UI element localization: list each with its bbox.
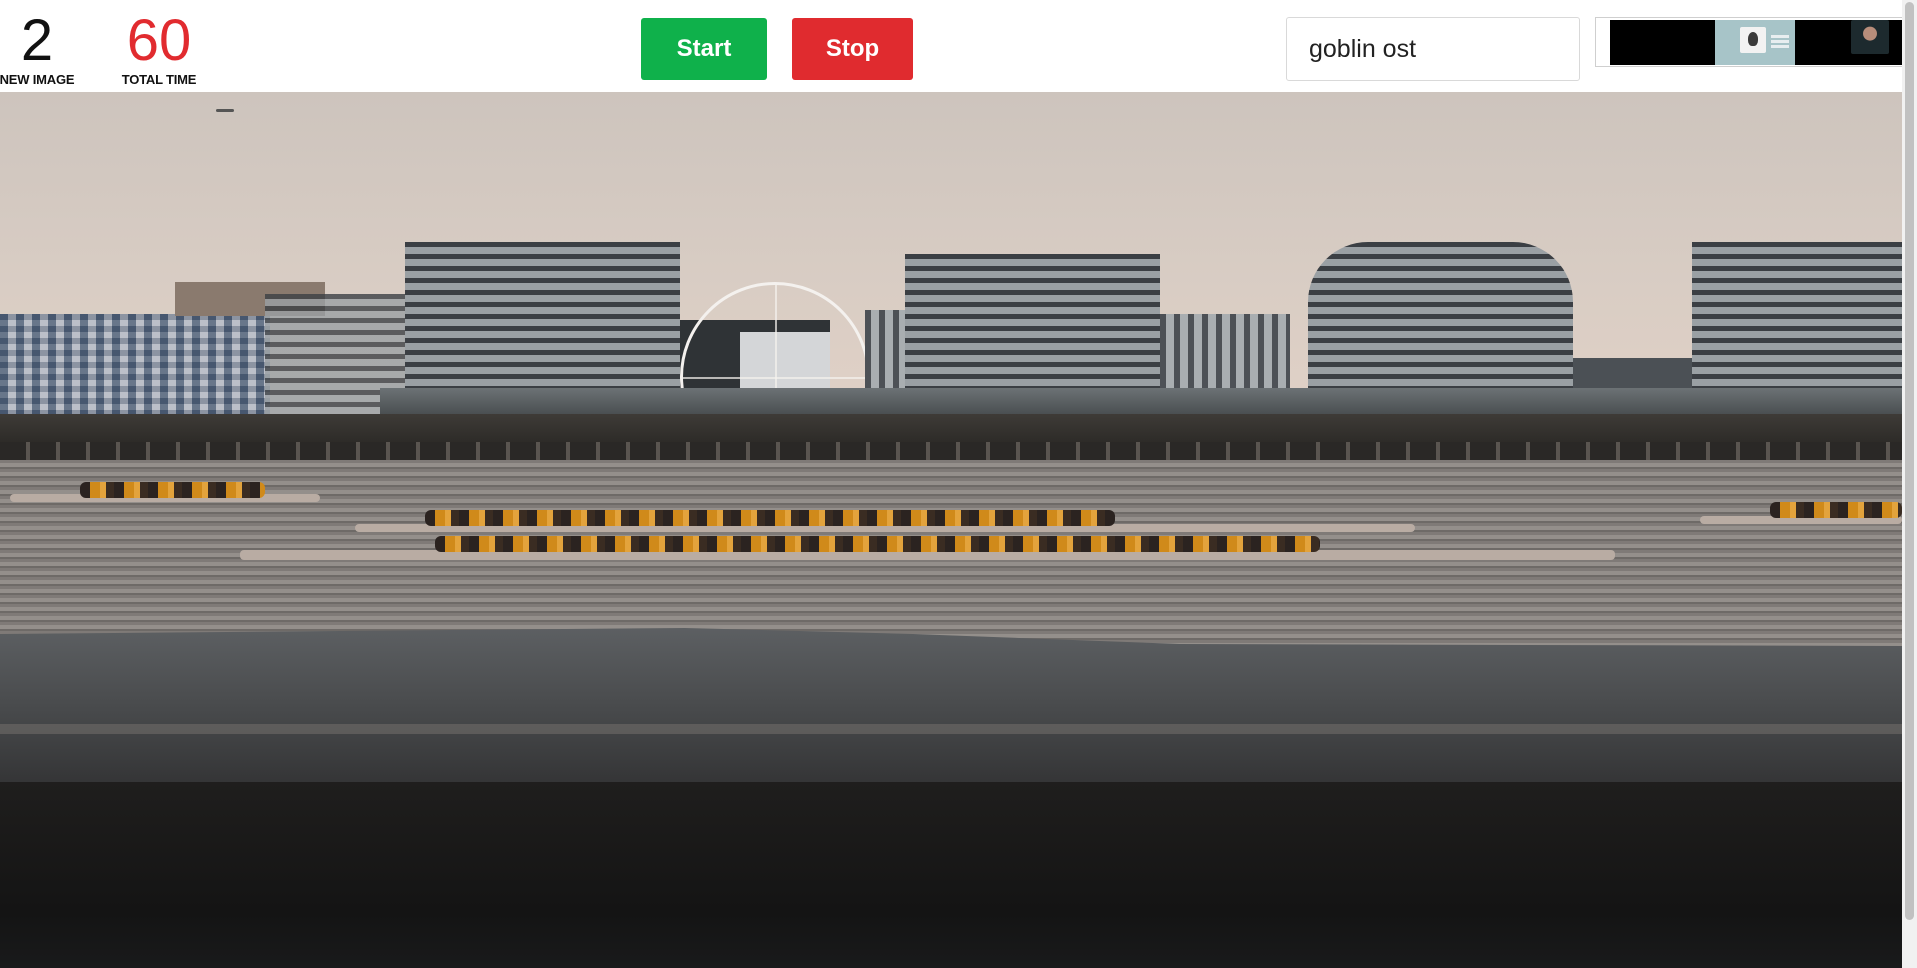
search-input[interactable] [1286,17,1580,81]
total-time-label: TOTAL TIME [121,72,197,87]
stop-button[interactable]: Stop [792,18,913,80]
start-button[interactable]: Start [641,18,767,80]
crew-3 [435,536,1320,552]
new-image-label: NEW IMAGE [0,72,75,87]
foreground-shadow [0,782,1902,968]
portrait-icon [1740,27,1766,53]
new-image-count: 2 [20,8,54,73]
profile-card-thumbnail-icon[interactable] [1715,20,1795,65]
main-photo [0,92,1902,968]
avatar-thumbnail-icon[interactable] [1851,20,1889,54]
total-time-counter: 60 TOTAL TIME [112,8,206,87]
text-lines-icon [1771,35,1789,38]
vertical-scrollbar[interactable] [1902,0,1917,968]
pier [0,442,1902,460]
crew-4 [1770,502,1902,518]
scrollbar-thumb[interactable] [1905,2,1914,920]
top-bar: 2 NEW IMAGE 60 TOTAL TIME Start Stop [0,0,1917,92]
crew-2 [425,510,1115,526]
preview-thumbnails[interactable] [1595,17,1903,67]
new-image-counter: 2 NEW IMAGE [0,8,78,87]
bird [216,109,234,112]
canopy-rail [0,724,1902,734]
total-time-value: 60 [126,8,192,73]
building-left-checker [0,314,270,422]
crew-1 [80,482,265,498]
